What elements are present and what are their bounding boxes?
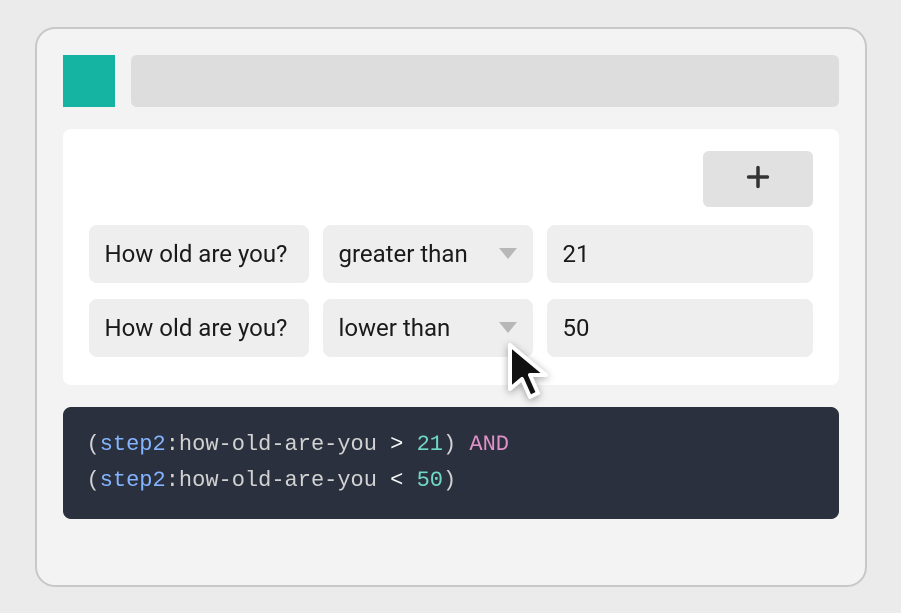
code-slug: how-old-are-you xyxy=(179,432,377,457)
question-label: How old are you? xyxy=(105,314,288,342)
code-operator: > xyxy=(390,432,403,457)
value-input[interactable]: 50 xyxy=(547,299,813,357)
plus-icon xyxy=(744,163,772,194)
code-step: step2 xyxy=(100,432,166,457)
code-number: 50 xyxy=(417,468,443,493)
code-slug: how-old-are-you xyxy=(179,468,377,493)
paren-close: ) xyxy=(443,432,456,457)
question-select[interactable]: How old are you? xyxy=(89,299,309,357)
chevron-down-icon xyxy=(499,248,517,260)
chevron-down-icon xyxy=(499,322,517,334)
add-condition-button[interactable] xyxy=(703,151,813,207)
condition-row: How old are you? greater than 21 xyxy=(89,225,813,283)
header-row xyxy=(63,55,839,107)
operator-label: greater than xyxy=(339,240,468,268)
code-operator: < xyxy=(390,468,403,493)
paren-open: ( xyxy=(87,432,100,457)
rule-builder-panel: How old are you? greater than 21 How old… xyxy=(35,27,867,587)
question-select[interactable]: How old are you? xyxy=(89,225,309,283)
operator-label: lower than xyxy=(339,314,451,342)
step-color-swatch xyxy=(63,55,115,107)
value-text: 50 xyxy=(563,314,590,342)
value-input[interactable]: 21 xyxy=(547,225,813,283)
paren-close: ) xyxy=(443,468,456,493)
operator-select[interactable]: greater than xyxy=(323,225,533,283)
condition-row: How old are you? lower than 50 xyxy=(89,299,813,357)
code-number: 21 xyxy=(417,432,443,457)
header-placeholder-bar xyxy=(131,55,839,107)
operator-select[interactable]: lower than xyxy=(323,299,533,357)
question-label: How old are you? xyxy=(105,240,288,268)
conditions-rows: How old are you? greater than 21 How old… xyxy=(89,225,813,357)
code-and: AND xyxy=(469,432,509,457)
code-colon: : xyxy=(166,432,179,457)
value-text: 21 xyxy=(563,240,590,268)
code-step: step2 xyxy=(100,468,166,493)
paren-open: ( xyxy=(87,468,100,493)
conditions-card: How old are you? greater than 21 How old… xyxy=(63,129,839,385)
code-colon: : xyxy=(166,468,179,493)
expression-preview: (step2:how-old-are-you > 21) AND (step2:… xyxy=(63,407,839,520)
conditions-toolbar xyxy=(89,151,813,207)
